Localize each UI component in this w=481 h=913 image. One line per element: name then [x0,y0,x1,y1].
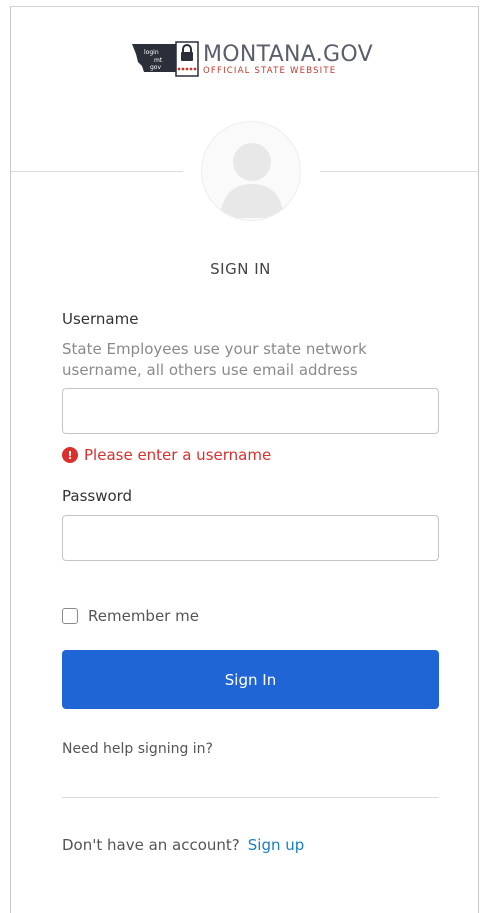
username-input[interactable] [62,388,439,434]
signup-row: Don't have an account? Sign up [62,836,304,854]
user-avatar [201,121,301,221]
logo-title: MONTANA.GOV [203,42,373,68]
username-error-text: Please enter a username [84,446,272,464]
need-help-link[interactable]: Need help signing in? [62,741,213,757]
login-mt-gov-badge: login mt gov [132,41,199,77]
sign-up-link[interactable]: Sign up [248,836,305,854]
header-divider-right [320,171,478,172]
user-silhouette-icon [220,143,284,218]
password-label: Password [62,487,133,505]
remember-me[interactable]: Remember me [62,607,199,625]
signup-prompt: Don't have an account? [62,836,240,854]
error-icon: ! [62,447,78,463]
sign-in-button[interactable]: Sign In [62,650,439,709]
username-error: ! Please enter a username [62,446,271,464]
remember-me-checkbox[interactable] [62,608,78,624]
montana-gov-logo: login mt gov MONTANA.GOV OFFICIAL STATE … [132,40,373,80]
header-divider-left [11,171,183,172]
footer-divider [62,797,439,798]
logo-text: MONTANA.GOV OFFICIAL STATE WEBSITE [203,44,373,76]
username-label: Username [62,310,139,328]
username-hint: State Employees use your state network u… [62,340,367,379]
svg-text:login: login [144,49,159,56]
svg-text:mt: mt [154,57,163,64]
password-input[interactable] [62,515,439,561]
svg-text:gov: gov [150,64,161,71]
logo-subtitle: OFFICIAL STATE WEBSITE [203,66,337,77]
page-title: SIGN IN [210,260,271,278]
remember-me-label: Remember me [88,607,199,625]
